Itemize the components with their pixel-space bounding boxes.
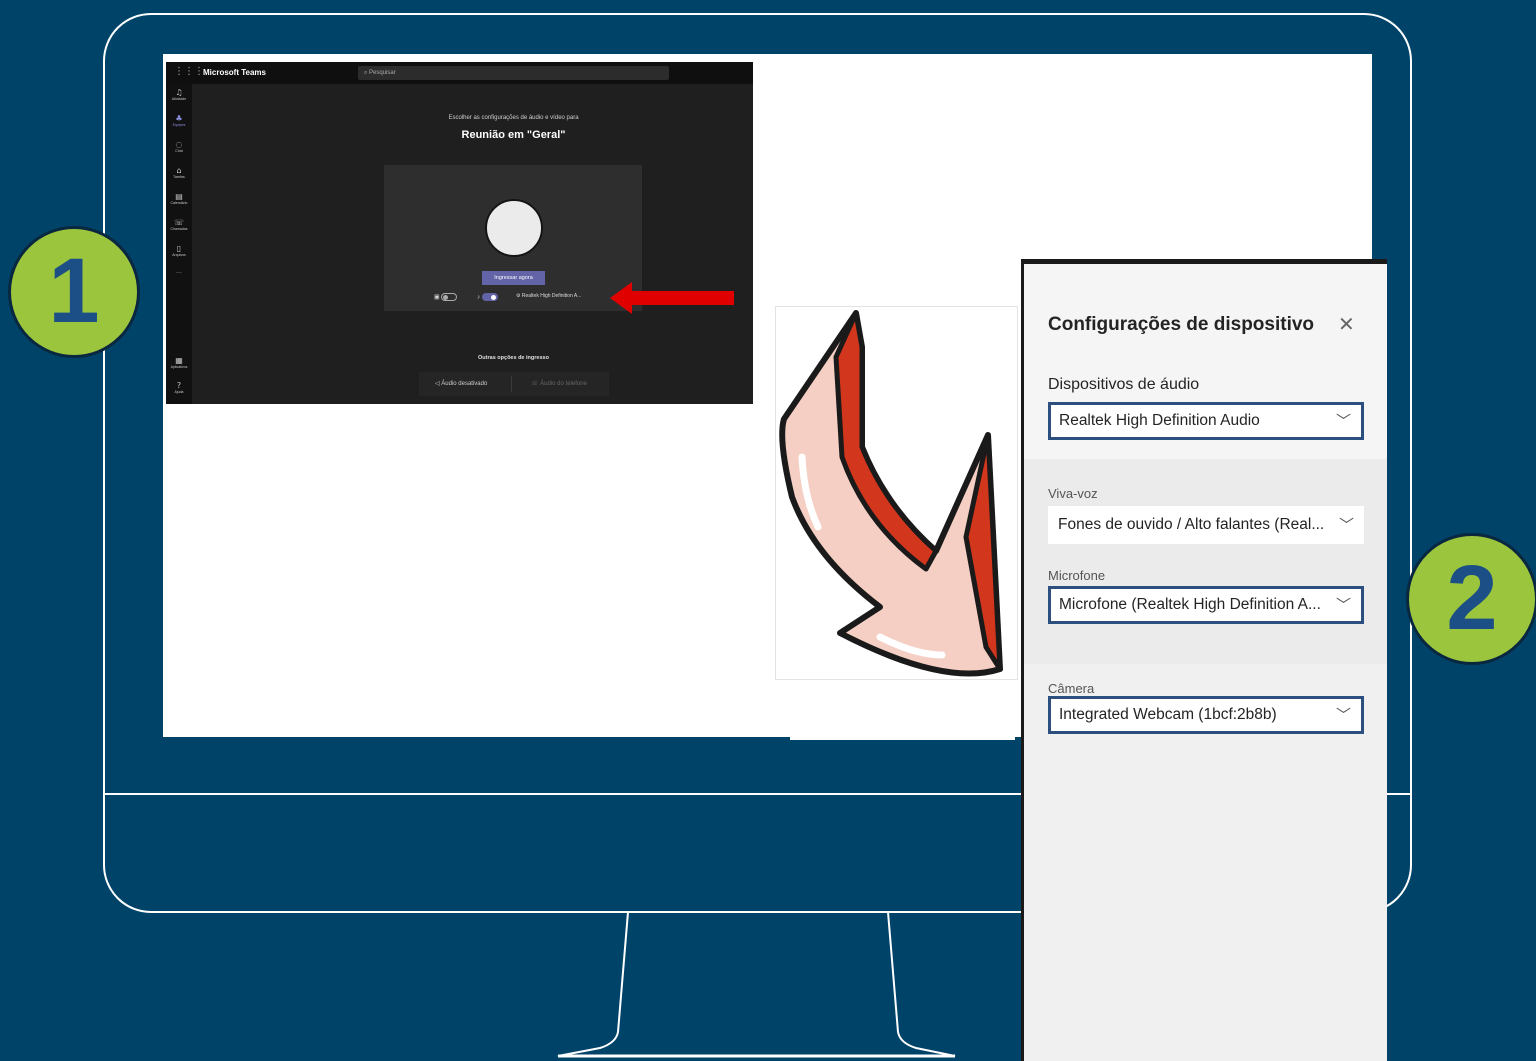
chevron-down-icon: ﹀ [1335,596,1351,614]
device-settings-label: Realtek High Definition A... [521,293,582,299]
rail-item-help[interactable]: ? Ajuda [166,381,192,395]
chevron-down-icon: ﹀ [1335,706,1351,724]
rail-item-apps[interactable]: ▦ Aplicativos [166,356,192,370]
video-preview-card: Ingressar agora ▣ ♪ ⚙ Realtek High Defin… [384,165,642,311]
camera-off-icon: ▣ [434,294,442,301]
rail-label: Chamadas [170,227,188,231]
curved-arrow-illustration [775,306,1018,680]
camera-select[interactable]: Integrated Webcam (1bcf:2b8b) ﹀ [1048,696,1364,734]
audio-device-select[interactable]: Realtek High Definition Audio ﹀ [1048,402,1364,440]
rail-label: Calendário [170,201,188,205]
teams-icon: ♣ [175,114,183,123]
mic-toggle[interactable]: ♪ [477,293,498,301]
join-now-button[interactable]: Ingressar agora [482,271,545,285]
meeting-title: Reunião em "Geral" [461,129,566,141]
mic-icon: ♪ [477,294,482,301]
speaker-select[interactable]: Fones de ouvido / Alto falantes (Real...… [1048,506,1364,544]
mic-label: Microfone [1048,568,1106,583]
speaker-value: Fones de ouvido / Alto falantes (Real... [1058,516,1325,533]
audio-section-heading: Dispositivos de áudio [1048,376,1200,393]
bell-icon: ♫ [175,88,183,97]
chevron-down-icon: ﹀ [1338,516,1354,534]
curved-arrow-icon [779,310,1003,677]
other-join-options-bar: ◁ Áudio desativado ☏ Áudio do telefone [419,372,609,396]
tasks-icon: ⌂ [176,166,182,175]
device-settings-button[interactable]: ⚙ Realtek High Definition A... [516,293,581,299]
phone-audio-label: Áudio do telefone [540,381,587,387]
phone-audio-option[interactable]: ☏ Áudio do telefone [531,380,587,387]
help-icon: ? [176,381,182,390]
teams-prejoin-screenshot: ⋮⋮⋮ Microsoft Teams ⌕ Pesquisar ♫ Ativida… [166,62,753,404]
phone-icon: ☏ [173,218,184,227]
rail-item-activity[interactable]: ♫ Atividade [166,88,192,102]
chat-icon: ◌ [175,140,183,149]
red-pointer-arrow-icon [610,282,734,314]
rail-item-teams[interactable]: ♣ Equipes [166,114,192,128]
search-placeholder: Pesquisar [369,70,396,76]
device-settings-panel: Configurações de dispositivo ✕ Dispositi… [1021,259,1387,1061]
camera-switch[interactable] [441,293,458,301]
rail-label: Atividade [171,97,187,101]
rail-label: Arquivos [172,253,186,257]
other-join-options-heading: Outras opções de ingresso [478,355,549,361]
screen-strip [790,736,1015,740]
rail-item-tasks[interactable]: ⌂ Tarefas [166,166,192,180]
audio-off-label: Áudio desativado [441,381,488,387]
audio-device-value: Realtek High Definition Audio [1059,412,1260,429]
rail-label: Ajuda [174,390,184,394]
prejoin-subtitle: Escolher as configurações de áudio e víd… [448,115,579,121]
calendar-icon: ▤ [175,192,183,201]
close-icon[interactable]: ✕ [1338,312,1355,336]
camera-label: Câmera [1048,681,1095,696]
teams-search-input[interactable]: ⌕ Pesquisar [358,66,669,80]
rail-label: Aplicativos [170,365,188,369]
app-launcher-icon[interactable]: ⋮⋮⋮ [174,66,204,77]
camera-value: Integrated Webcam (1bcf:2b8b) [1059,706,1277,723]
rail-more-button[interactable]: ··· [166,270,192,276]
teams-app-rail: ♫ Atividade ♣ Equipes ◌ Chat ⌂ Tarefas ▤ Cale… [166,84,192,404]
speaker-label: Viva-voz [1048,486,1098,501]
mic-switch[interactable] [481,293,498,301]
rail-item-calendar[interactable]: ▤ Calendário [166,192,192,206]
rail-label: Chat [175,149,183,153]
rail-item-calls[interactable]: ☏ Chamadas [166,218,192,232]
step-badge-1: 1 [8,226,140,358]
mic-value: Microfone (Realtek High Definition A... [1059,596,1321,613]
camera-toggle[interactable]: ▣ [434,293,458,301]
rail-item-files[interactable]: ▯ Arquivos [166,244,192,258]
step-badge-2: 2 [1406,533,1536,665]
rail-item-chat[interactable]: ◌ Chat [166,140,192,154]
teams-app-title: Microsoft Teams [203,68,266,77]
rail-label: Tarefas [173,175,185,179]
apps-icon: ▦ [175,356,183,365]
rail-label: Equipes [172,123,186,127]
chevron-down-icon: ﹀ [1335,412,1351,430]
option-divider [511,376,512,392]
audio-off-option[interactable]: ◁ Áudio desativado [435,380,487,387]
panel-title: Configurações de dispositivo [1048,314,1315,335]
monitor-stand [557,911,956,1058]
avatar [485,199,543,257]
phone-icon: ☏ [531,381,541,387]
mic-select[interactable]: Microfone (Realtek High Definition A... ﹀ [1048,586,1364,624]
file-icon: ▯ [176,244,182,253]
